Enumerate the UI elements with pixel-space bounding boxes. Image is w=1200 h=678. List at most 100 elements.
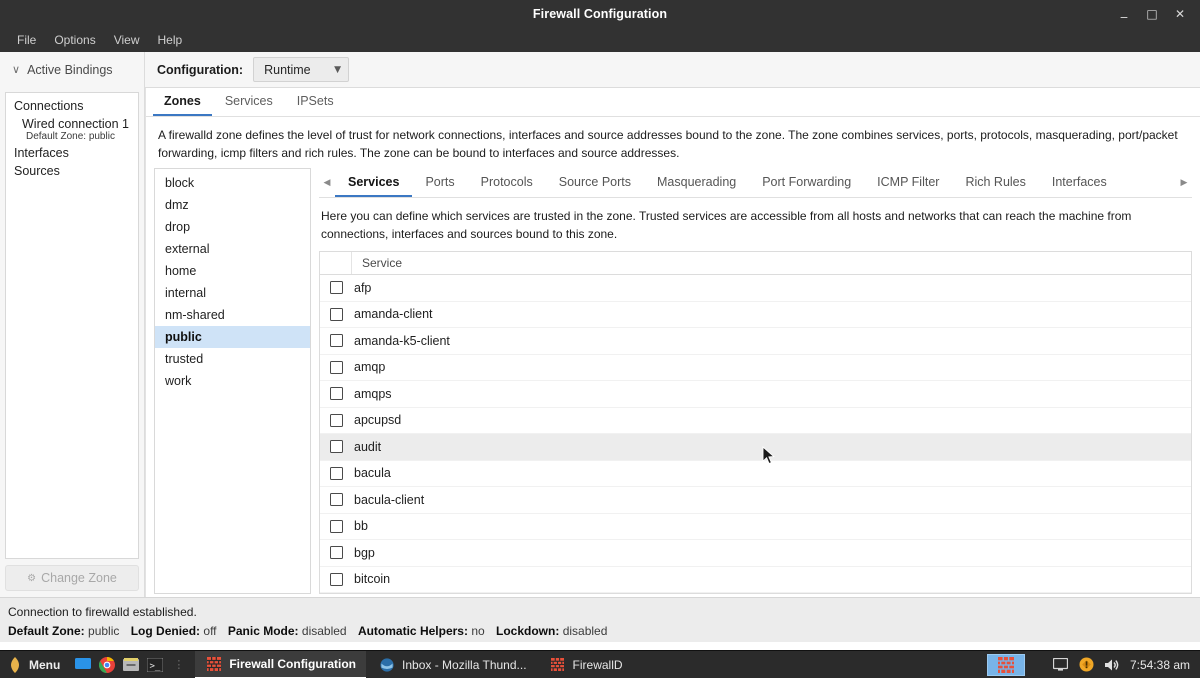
configuration-dropdown[interactable]: Runtime ▼ bbox=[253, 57, 349, 82]
tab-services[interactable]: Services bbox=[214, 90, 284, 116]
subtab-rich-rules[interactable]: Rich Rules bbox=[952, 170, 1038, 197]
sidebar-item-sources[interactable]: Sources bbox=[6, 162, 138, 180]
table-row[interactable]: bacula-client bbox=[320, 487, 1191, 514]
taskbar-item-firewalld[interactable]: FirewallD bbox=[539, 653, 633, 677]
service-name: audit bbox=[352, 440, 381, 454]
menu-item-help[interactable]: Help bbox=[149, 30, 192, 50]
menu-item-view[interactable]: View bbox=[105, 30, 149, 50]
menu-item-file[interactable]: File bbox=[8, 30, 45, 50]
system-tray: 7:54:38 am bbox=[987, 651, 1200, 678]
taskbar-item-firewall-configuration[interactable]: Firewall Configuration bbox=[195, 651, 366, 678]
checkbox-icon[interactable] bbox=[330, 493, 343, 506]
table-row[interactable]: amqp bbox=[320, 355, 1191, 382]
subtab-interfaces[interactable]: Interfaces bbox=[1039, 170, 1120, 197]
table-row[interactable]: bacula bbox=[320, 461, 1191, 488]
display-icon[interactable] bbox=[74, 656, 91, 673]
service-name: apcupsd bbox=[352, 413, 401, 427]
subtab-masquerading[interactable]: Masquerading bbox=[644, 170, 749, 197]
service-checkbox-cell[interactable] bbox=[320, 361, 352, 374]
subtab-port-forwarding[interactable]: Port Forwarding bbox=[749, 170, 864, 197]
tray-firewall-icon[interactable] bbox=[987, 654, 1025, 676]
close-button[interactable]: ✕ bbox=[1166, 0, 1194, 28]
checkbox-icon[interactable] bbox=[330, 520, 343, 533]
table-row[interactable]: afp bbox=[320, 275, 1191, 302]
terminal-icon[interactable]: >_ bbox=[146, 656, 163, 673]
sidebar-item-connections[interactable]: Connections bbox=[6, 97, 138, 115]
service-checkbox-cell[interactable] bbox=[320, 493, 352, 506]
zone-item-work[interactable]: work bbox=[155, 370, 310, 392]
subtab-source-ports[interactable]: Source Ports bbox=[546, 170, 644, 197]
service-checkbox-cell[interactable] bbox=[320, 520, 352, 533]
checkbox-icon[interactable] bbox=[330, 281, 343, 294]
checkbox-icon[interactable] bbox=[330, 361, 343, 374]
application-window: Firewall Configuration _ □ ✕ File Option… bbox=[0, 0, 1200, 678]
zone-item-internal[interactable]: internal bbox=[155, 282, 310, 304]
subtab-icmp-filter[interactable]: ICMP Filter bbox=[864, 170, 952, 197]
zone-item-public[interactable]: public bbox=[155, 326, 310, 348]
file-manager-icon[interactable] bbox=[122, 656, 139, 673]
minimize-button[interactable]: _ bbox=[1110, 0, 1138, 28]
service-checkbox-cell[interactable] bbox=[320, 387, 352, 400]
zone-item-home[interactable]: home bbox=[155, 260, 310, 282]
update-notifier-icon[interactable] bbox=[1078, 656, 1095, 673]
zone-item-nm-shared[interactable]: nm-shared bbox=[155, 304, 310, 326]
checkbox-icon[interactable] bbox=[330, 546, 343, 559]
menu-item-options[interactable]: Options bbox=[45, 30, 104, 50]
clock[interactable]: 7:54:38 am bbox=[1130, 658, 1190, 672]
sub-tab-bar: ◀ Services Ports Protocols Source Ports … bbox=[319, 168, 1192, 198]
tab-scroll-right-icon[interactable]: ▶ bbox=[1176, 168, 1192, 197]
tab-scroll-left-icon[interactable]: ◀ bbox=[319, 168, 335, 197]
service-checkbox-cell[interactable] bbox=[320, 281, 352, 294]
taskbar-item-thunderbird[interactable]: Inbox - Mozilla Thund... bbox=[368, 653, 537, 677]
taskbar-left: Menu >_ bbox=[0, 651, 193, 678]
zone-item-block[interactable]: block bbox=[155, 172, 310, 194]
table-row[interactable]: bitcoin bbox=[320, 567, 1191, 594]
service-checkbox-cell[interactable] bbox=[320, 546, 352, 559]
zone-item-dmz[interactable]: dmz bbox=[155, 194, 310, 216]
checkbox-icon[interactable] bbox=[330, 387, 343, 400]
tab-ipsets[interactable]: IPSets bbox=[286, 90, 345, 116]
chrome-icon[interactable] bbox=[98, 656, 115, 673]
subtab-ports[interactable]: Ports bbox=[412, 170, 467, 197]
checkbox-icon[interactable] bbox=[330, 467, 343, 480]
zone-item-external[interactable]: external bbox=[155, 238, 310, 260]
checkbox-icon[interactable] bbox=[330, 573, 343, 586]
table-row[interactable]: bgp bbox=[320, 540, 1191, 567]
sidebar-item-interfaces[interactable]: Interfaces bbox=[6, 144, 138, 162]
table-row[interactable]: apcupsd bbox=[320, 408, 1191, 435]
service-checkbox-cell[interactable] bbox=[320, 573, 352, 586]
subtab-protocols[interactable]: Protocols bbox=[468, 170, 546, 197]
maximize-button[interactable]: □ bbox=[1138, 0, 1166, 28]
service-checkbox-cell[interactable] bbox=[320, 467, 352, 480]
table-row[interactable]: amanda-client bbox=[320, 302, 1191, 329]
zone-list[interactable]: block dmz drop external home internal nm… bbox=[154, 168, 311, 594]
taskbar-divider-icon: ⋮ bbox=[170, 658, 187, 671]
checkbox-icon[interactable] bbox=[330, 414, 343, 427]
zone-item-trusted[interactable]: trusted bbox=[155, 348, 310, 370]
display-settings-icon[interactable] bbox=[1052, 656, 1069, 673]
configuration-label: Configuration: bbox=[157, 63, 243, 77]
active-bindings-header[interactable]: ∨ Active Bindings bbox=[0, 52, 145, 88]
start-menu-button[interactable]: Menu bbox=[0, 651, 68, 678]
table-row[interactable]: amqps bbox=[320, 381, 1191, 408]
table-row[interactable]: amanda-k5-client bbox=[320, 328, 1191, 355]
service-checkbox-cell[interactable] bbox=[320, 414, 352, 427]
service-checkbox-cell[interactable] bbox=[320, 334, 352, 347]
status-fields: Default Zone: public Log Denied: off Pan… bbox=[8, 622, 1192, 641]
chevron-down-icon: ▼ bbox=[334, 65, 341, 75]
change-zone-button[interactable]: ⚙ Change Zone bbox=[5, 565, 139, 591]
zone-item-drop[interactable]: drop bbox=[155, 216, 310, 238]
checkbox-icon[interactable] bbox=[330, 308, 343, 321]
table-row[interactable]: audit bbox=[320, 434, 1191, 461]
checkbox-icon[interactable] bbox=[330, 334, 343, 347]
taskbar: Menu >_ bbox=[0, 650, 1200, 678]
tab-zones[interactable]: Zones bbox=[153, 90, 212, 116]
sidebar: Connections Wired connection 1 Default Z… bbox=[0, 88, 145, 597]
checkbox-icon[interactable] bbox=[330, 440, 343, 453]
volume-icon[interactable] bbox=[1104, 656, 1121, 673]
subtab-services[interactable]: Services bbox=[335, 170, 412, 197]
table-row[interactable]: bb bbox=[320, 514, 1191, 541]
service-column-header: Service bbox=[352, 256, 402, 270]
service-checkbox-cell[interactable] bbox=[320, 308, 352, 321]
service-checkbox-cell[interactable] bbox=[320, 440, 352, 453]
